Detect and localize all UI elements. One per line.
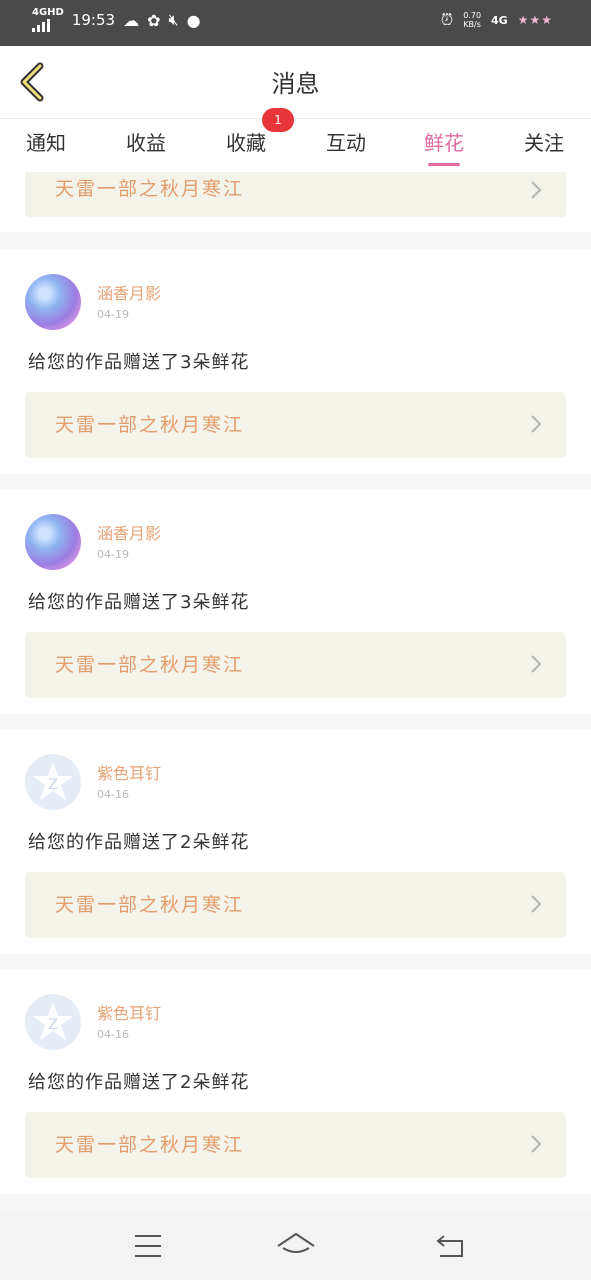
chevron-right-icon: [531, 895, 542, 913]
work-title: 天雷一部之秋月寒江: [55, 178, 245, 200]
back-icon[interactable]: [430, 1228, 470, 1264]
work-link[interactable]: 天雷一部之秋月寒江: [25, 872, 566, 938]
message-text: 给您的作品赠送了2朵鲜花: [28, 832, 250, 853]
tab-favorites[interactable]: 收藏: [226, 127, 266, 156]
message-card: Z 紫色耳钉 04-16 给您的作品赠送了2朵鲜花 天雷一部之秋月寒江: [0, 730, 591, 954]
default-avatar-icon: Z: [33, 1002, 73, 1040]
net-speed: 0.70 KB/s: [463, 11, 482, 29]
work-link[interactable]: 天雷一部之秋月寒江: [25, 632, 566, 698]
avatar[interactable]: Z: [25, 754, 81, 810]
message-text: 给您的作品赠送了2朵鲜花: [28, 1072, 250, 1093]
status-bar: 4GHD 19:53 ☁ ✿ 🔇︎ ● ⏰︎ 0.70 KB/s 4G ★★★: [0, 0, 591, 46]
tab-bar: 通知 收益 收藏 互动 鲜花 关注: [0, 118, 591, 173]
sender-name[interactable]: 涵香月影: [97, 280, 161, 304]
header: 消息: [0, 46, 591, 118]
network-type-right: 4G: [491, 13, 508, 27]
tab-interactions[interactable]: 互动: [326, 127, 366, 156]
chat-bubble-icon: ●: [186, 10, 201, 30]
message-text: 给您的作品赠送了3朵鲜花: [28, 352, 250, 373]
network-type: 4GHD: [32, 7, 64, 18]
tab-earnings[interactable]: 收益: [126, 127, 166, 156]
star-decoration-icon: ★★★: [517, 13, 553, 27]
cloud-icon: ☁: [123, 10, 140, 30]
chevron-right-icon: [531, 655, 542, 673]
chevron-right-icon: [531, 1135, 542, 1153]
tab-flowers[interactable]: 鲜花: [424, 127, 464, 156]
signal-icon: [32, 18, 50, 32]
page-title: 消息: [271, 70, 320, 98]
work-link[interactable]: 天雷一部之秋月寒江: [25, 172, 566, 217]
message-card: Z 紫色耳钉 04-16 给您的作品赠送了2朵鲜花 天雷一部之秋月寒江: [0, 970, 591, 1194]
default-avatar-icon: Z: [33, 762, 73, 800]
mute-icon: 🔇︎: [168, 10, 179, 29]
work-title: 天雷一部之秋月寒江: [55, 414, 245, 436]
avatar[interactable]: Z: [25, 994, 81, 1050]
message-date: 04-19: [97, 308, 129, 321]
sender-name[interactable]: 紫色耳钉: [97, 1000, 161, 1024]
alarm-icon: ⏰︎: [440, 10, 454, 29]
tab-notifications[interactable]: 通知: [26, 127, 66, 156]
sender-name[interactable]: 涵香月影: [97, 520, 161, 544]
system-nav-bar: [0, 1212, 591, 1280]
work-link[interactable]: 天雷一部之秋月寒江: [25, 1112, 566, 1178]
home-icon[interactable]: [276, 1228, 316, 1264]
message-card: 涵香月影 04-19 给您的作品赠送了3朵鲜花 天雷一部之秋月寒江: [0, 490, 591, 714]
svg-text:Z: Z: [48, 777, 58, 793]
message-date: 04-16: [97, 788, 129, 801]
message-text: 给您的作品赠送了3朵鲜花: [28, 592, 250, 613]
sender-name[interactable]: 紫色耳钉: [97, 760, 161, 784]
chevron-right-icon: [531, 415, 542, 433]
work-title: 天雷一部之秋月寒江: [55, 654, 245, 676]
favorites-badge: 1: [262, 108, 294, 132]
menu-icon[interactable]: [128, 1228, 168, 1264]
message-card: 涵香月影 04-19 给您的作品赠送了3朵鲜花 天雷一部之秋月寒江: [0, 250, 591, 474]
tab-follows[interactable]: 关注: [524, 127, 564, 156]
partial-message-card: 天雷一部之秋月寒江: [0, 172, 591, 232]
work-title: 天雷一部之秋月寒江: [55, 894, 245, 916]
avatar[interactable]: [25, 274, 81, 330]
message-date: 04-16: [97, 1028, 129, 1041]
message-date: 04-19: [97, 548, 129, 561]
clock: 19:53: [71, 11, 116, 29]
svg-text:Z: Z: [48, 1017, 58, 1033]
wechat-icon: ✿: [147, 10, 161, 30]
chevron-right-icon: [531, 181, 542, 199]
work-title: 天雷一部之秋月寒江: [55, 1134, 245, 1156]
work-link[interactable]: 天雷一部之秋月寒江: [25, 392, 566, 458]
avatar[interactable]: [25, 514, 81, 570]
active-tab-indicator: [428, 163, 460, 166]
